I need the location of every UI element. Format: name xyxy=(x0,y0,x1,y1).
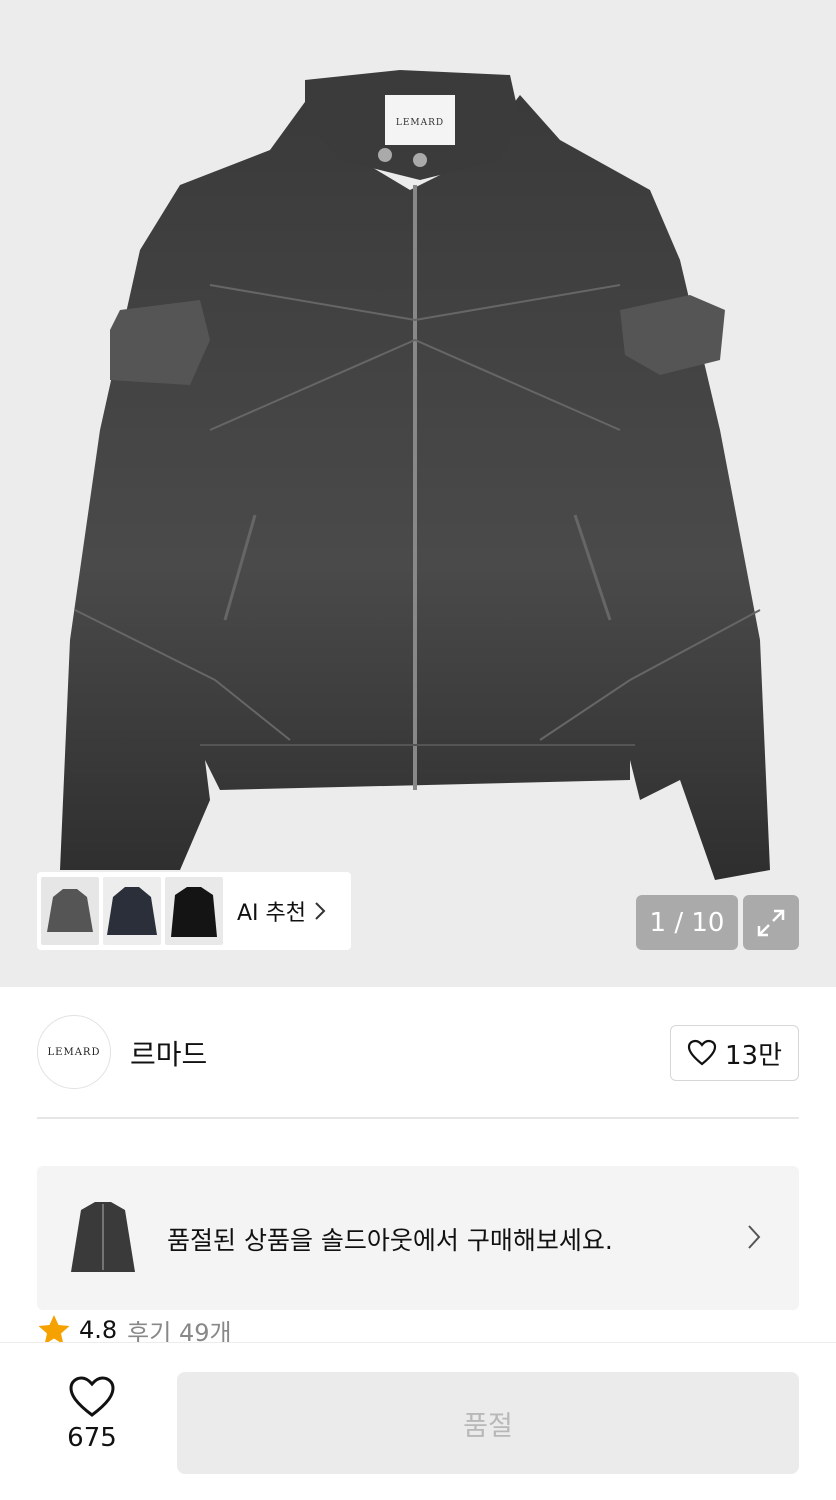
chevron-right-icon xyxy=(747,1224,761,1254)
product-image: LEMARD xyxy=(60,70,770,880)
soldout-product-thumb xyxy=(65,1194,141,1282)
ai-recommend-card[interactable]: AI 추천 xyxy=(37,872,351,950)
brand-logo[interactable]: LEMARD xyxy=(37,1015,111,1089)
ai-recommend-label: AI 추천 xyxy=(237,901,307,926)
brand-like-button[interactable]: 13만 xyxy=(670,1025,799,1081)
divider xyxy=(37,1117,799,1119)
wish-button[interactable]: 675 xyxy=(52,1375,132,1453)
ai-thumb-3[interactable] xyxy=(165,877,223,945)
soldout-message: 품절된 상품을 솔드아웃에서 구매해보세요. xyxy=(167,1226,613,1255)
rating-score: 4.8 xyxy=(79,1316,118,1344)
purchase-button[interactable]: 품절 xyxy=(177,1372,799,1474)
ai-thumb-1[interactable] xyxy=(41,877,99,945)
brand-row: LEMARD 르마드 13만 xyxy=(37,1015,799,1089)
soldout-banner[interactable]: 품절된 상품을 솔드아웃에서 구매해보세요. xyxy=(37,1166,799,1310)
brand-like-count: 13만 xyxy=(724,1040,782,1071)
ai-recommend-link[interactable]: AI 추천 xyxy=(237,895,326,927)
heart-icon xyxy=(687,1039,717,1066)
expand-icon xyxy=(757,909,785,936)
ai-thumb-2[interactable] xyxy=(103,877,161,945)
brand-tag-text: LEMARD xyxy=(396,118,444,128)
brand-name[interactable]: 르마드 xyxy=(130,1033,207,1073)
bottom-action-bar: 675 품절 xyxy=(0,1342,836,1500)
page-indicator: 1 / 10 xyxy=(636,895,738,950)
wish-count: 675 xyxy=(67,1423,117,1453)
expand-button[interactable] xyxy=(743,895,799,950)
heart-icon xyxy=(69,1376,115,1417)
chevron-right-icon xyxy=(315,902,326,920)
product-image-carousel[interactable]: LEMARD AI 추천 1 / 10 xyxy=(0,0,836,987)
